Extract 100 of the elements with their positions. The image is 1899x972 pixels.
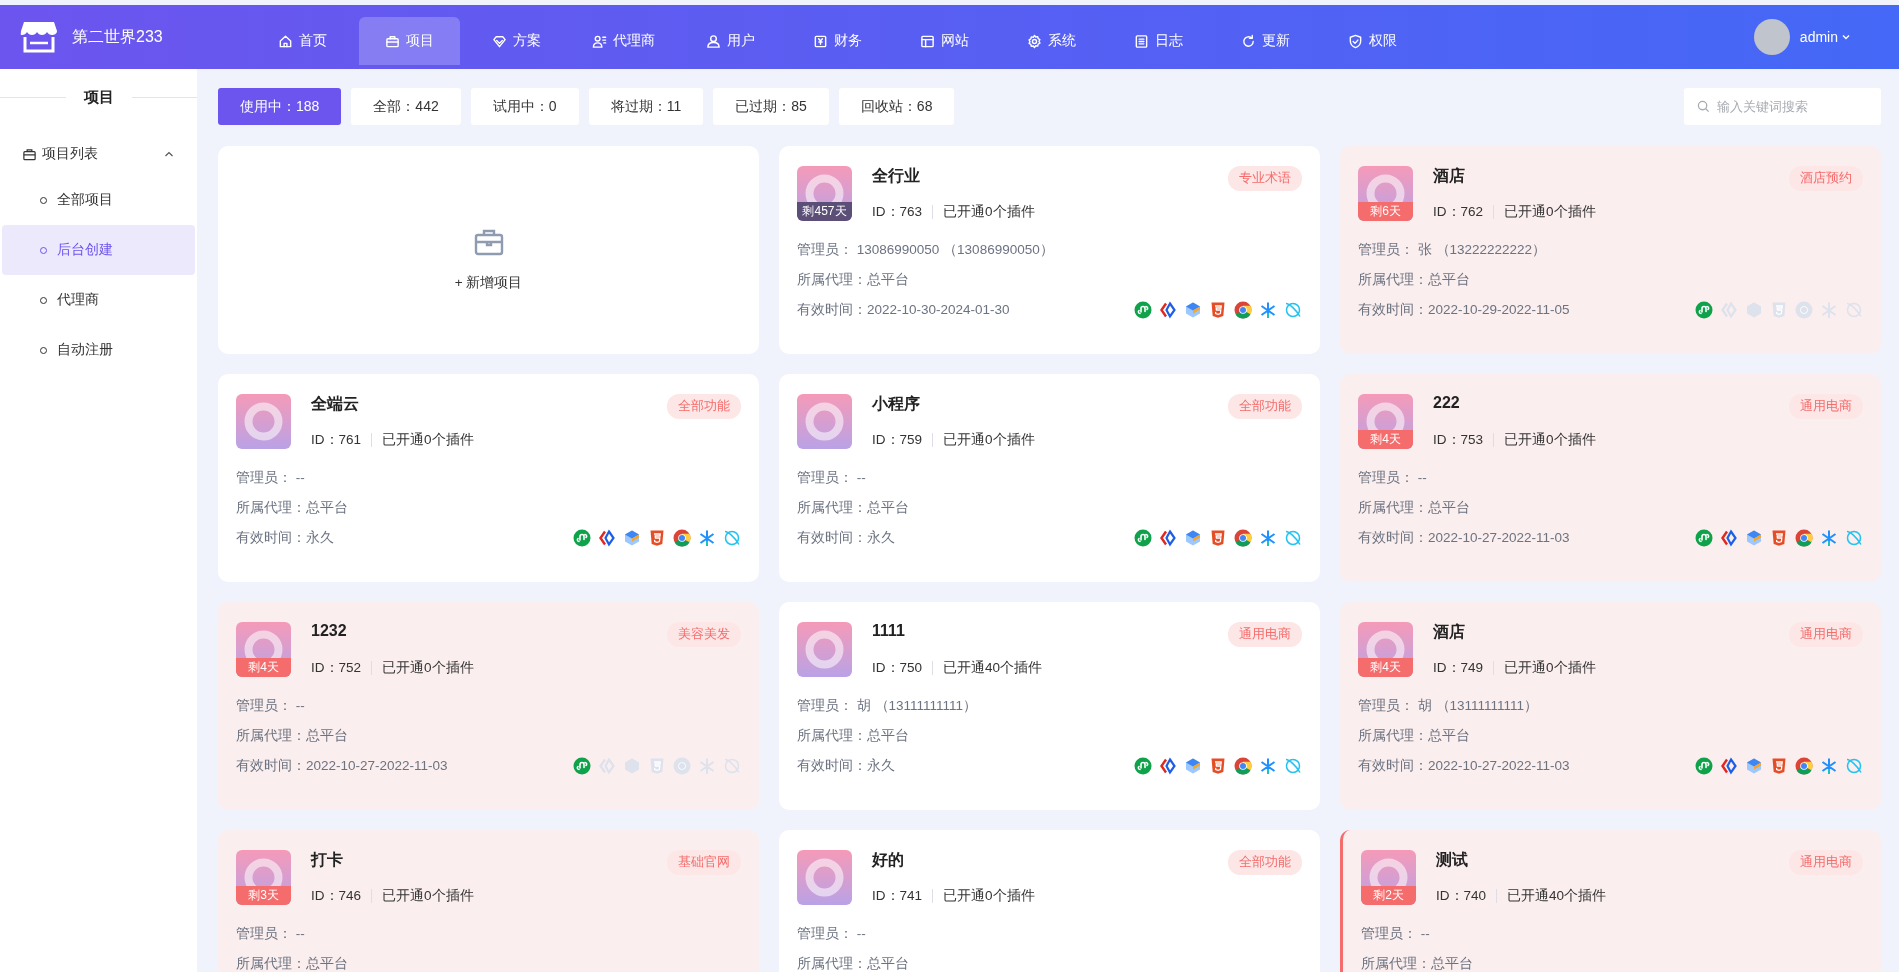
- plugin-count: 已开通40个插件: [1507, 887, 1607, 905]
- filter-tab[interactable]: 回收站：68: [838, 88, 955, 125]
- plugin-count: 已开通0个插件: [943, 203, 1035, 221]
- category-tag: 酒店预约: [1789, 166, 1863, 191]
- project-id: ID：762: [1433, 203, 1484, 221]
- gem-icon: [492, 33, 507, 49]
- project-id: ID：746: [311, 887, 362, 905]
- validity-label: 有效时间：: [1358, 300, 1428, 319]
- nav-tab[interactable]: 首页: [252, 17, 353, 65]
- project-card[interactable]: 剩3天 打卡 基础官网 ID：746 已开通0个插件 管理员： -- 所属代理：总平台: [218, 830, 759, 972]
- admin-label: 管理员：: [1358, 240, 1414, 259]
- plugin-count: 已开通0个插件: [943, 887, 1035, 905]
- filter-tab[interactable]: 全部：442: [351, 88, 461, 125]
- project-card[interactable]: 剩457天 全行业 专业术语 ID：763 已开通0个插件 管理员： 13086990050 （13086990050） 所属代理：总平台 有效时间：2022-10-30-2024-01-30: [779, 146, 1320, 354]
- admin-label: 管理员：: [797, 924, 853, 943]
- nav-tab[interactable]: 代理商: [573, 17, 674, 65]
- user-list-icon: [592, 33, 607, 49]
- category-tag: 全部功能: [1228, 850, 1302, 875]
- sidebar-item[interactable]: 自动注册: [2, 325, 195, 375]
- agent-value: 总平台: [306, 726, 348, 745]
- project-card[interactable]: 小程序 全部功能 ID：759 已开通0个插件 管理员： -- 所属代理：总平台 有效时间：永久: [779, 374, 1320, 582]
- category-tag: 通用电商: [1789, 850, 1863, 875]
- plugin-count: 已开通0个插件: [943, 431, 1035, 449]
- chevron-icon: [1841, 32, 1851, 42]
- project-title: 1232: [311, 622, 347, 640]
- admin-label: 管理员：: [1358, 696, 1414, 715]
- project-logo-icon: [797, 394, 852, 449]
- briefcase-icon: [385, 33, 400, 49]
- admin-value: 13086990050 （13086990050）: [856, 240, 1054, 259]
- project-id: ID：752: [311, 659, 362, 677]
- search-field[interactable]: 输入关键词搜索: [1684, 88, 1881, 125]
- admin-value: 胡 （13111111111）: [856, 696, 978, 715]
- agent-value: 总平台: [306, 954, 348, 972]
- project-card[interactable]: 全端云 全部功能 ID：761 已开通0个插件 管理员： -- 所属代理：总平台 有效时间：永久: [218, 374, 759, 582]
- validity-label: 有效时间：: [236, 756, 306, 775]
- finance-icon: [813, 33, 828, 49]
- settings-icon: [1027, 33, 1042, 49]
- store-icon: [20, 20, 58, 54]
- nav-tab[interactable]: 用户: [680, 17, 781, 65]
- project-card[interactable]: 剩4天 1232 美容美发 ID：752 已开通0个插件 管理员： -- 所属代理：总平台 有效时间：2022-10-27-2022-11-03: [218, 602, 759, 810]
- sidebar-group[interactable]: 项目列表: [0, 133, 197, 175]
- project-card[interactable]: 剩6天 酒店 酒店预约 ID：762 已开通0个插件 管理员： 张 （13222222222） 所属代理：总平台 有效时间：2022-10-29-2022-11-05: [1340, 146, 1881, 354]
- admin-label: 管理员：: [1361, 924, 1417, 943]
- nav-tab[interactable]: 方案: [466, 17, 567, 65]
- plugin-count: 已开通0个插件: [382, 431, 474, 449]
- nav-tab[interactable]: 日志: [1108, 17, 1209, 65]
- plugin-count: 已开通0个插件: [1504, 659, 1596, 677]
- category-tag: 全部功能: [1228, 394, 1302, 419]
- sidebar-item[interactable]: 代理商: [2, 275, 195, 325]
- project-id: ID：761: [311, 431, 362, 449]
- filter-tab[interactable]: 使用中：188: [218, 88, 342, 125]
- agent-label: 所属代理：: [797, 270, 867, 289]
- briefcase-icon: [22, 146, 37, 162]
- shield-icon: [1348, 33, 1363, 49]
- project-title: 酒店: [1433, 622, 1465, 642]
- admin-value: --: [295, 698, 305, 713]
- project-card[interactable]: 剩4天 222 通用电商 ID：753 已开通0个插件 管理员： -- 所属代理：总平台 有效时间：2022-10-27-2022-11-03: [1340, 374, 1881, 582]
- validity-value: 2022-10-27-2022-11-03: [1428, 530, 1570, 545]
- days-left-badge: 剩2天: [1361, 886, 1416, 905]
- nav-tab[interactable]: 更新: [1215, 17, 1316, 65]
- nav-tab[interactable]: 财务: [787, 17, 888, 65]
- validity-label: 有效时间：: [797, 528, 867, 547]
- agent-value: 总平台: [1428, 270, 1470, 289]
- avatar[interactable]: [1753, 19, 1790, 55]
- admin-value: --: [1417, 470, 1427, 485]
- sidebar-item[interactable]: 后台创建: [2, 225, 195, 275]
- agent-label: 所属代理：: [797, 726, 867, 745]
- add-project-label: + 新增项目: [454, 274, 523, 292]
- agent-value: 总平台: [1431, 954, 1473, 972]
- agent-label: 所属代理：: [797, 954, 867, 972]
- filter-tab[interactable]: 试用中：0: [470, 88, 579, 125]
- admin-label: 管理员：: [797, 696, 853, 715]
- home-icon: [278, 33, 293, 49]
- admin-value: 胡 （13111111111）: [1417, 696, 1539, 715]
- project-title: 好的: [872, 850, 904, 870]
- project-card[interactable]: 1111 通用电商 ID：750 已开通40个插件 管理员： 胡 （13111111111） 所属代理：总平台 有效时间：永久: [779, 602, 1320, 810]
- admin-label: 管理员：: [236, 924, 292, 943]
- project-card[interactable]: 好的 全部功能 ID：741 已开通0个插件 管理员： -- 所属代理：总平台: [779, 830, 1320, 972]
- admin-label: 管理员：: [797, 468, 853, 487]
- validity-value: 永久: [867, 756, 895, 775]
- nav-tab[interactable]: 系统: [1001, 17, 1102, 65]
- validity-value: 2022-10-30-2024-01-30: [867, 302, 1010, 317]
- add-project-card[interactable]: + 新增项目: [218, 146, 759, 354]
- user-menu[interactable]: admin: [1799, 29, 1851, 45]
- project-id: ID：750: [872, 659, 923, 677]
- document-icon: [1134, 33, 1149, 49]
- admin-value: 张 （13222222222）: [1417, 240, 1547, 259]
- project-card[interactable]: 剩2天 测试 通用电商 ID：740 已开通40个插件 管理员： -- 所属代理：总平台: [1340, 830, 1881, 972]
- filter-tab[interactable]: 已过期：85: [713, 88, 829, 125]
- project-card[interactable]: 剩4天 酒店 通用电商 ID：749 已开通0个插件 管理员： 胡 （13111111111） 所属代理：总平台 有效时间：2022-10-27-2022-11-03: [1340, 602, 1881, 810]
- days-left-badge: 剩4天: [236, 658, 291, 677]
- validity-label: 有效时间：: [1358, 756, 1428, 775]
- agent-label: 所属代理：: [1358, 726, 1428, 745]
- sidebar-item[interactable]: 全部项目: [2, 175, 195, 225]
- filter-tab[interactable]: 将过期：11: [588, 88, 704, 125]
- nav-tab[interactable]: 权限: [1322, 17, 1423, 65]
- agent-value: 总平台: [867, 270, 909, 289]
- nav-tab[interactable]: 网站: [894, 17, 995, 65]
- validity-value: 2022-10-27-2022-11-03: [1428, 758, 1570, 773]
- validity-value: 2022-10-27-2022-11-03: [306, 758, 448, 773]
